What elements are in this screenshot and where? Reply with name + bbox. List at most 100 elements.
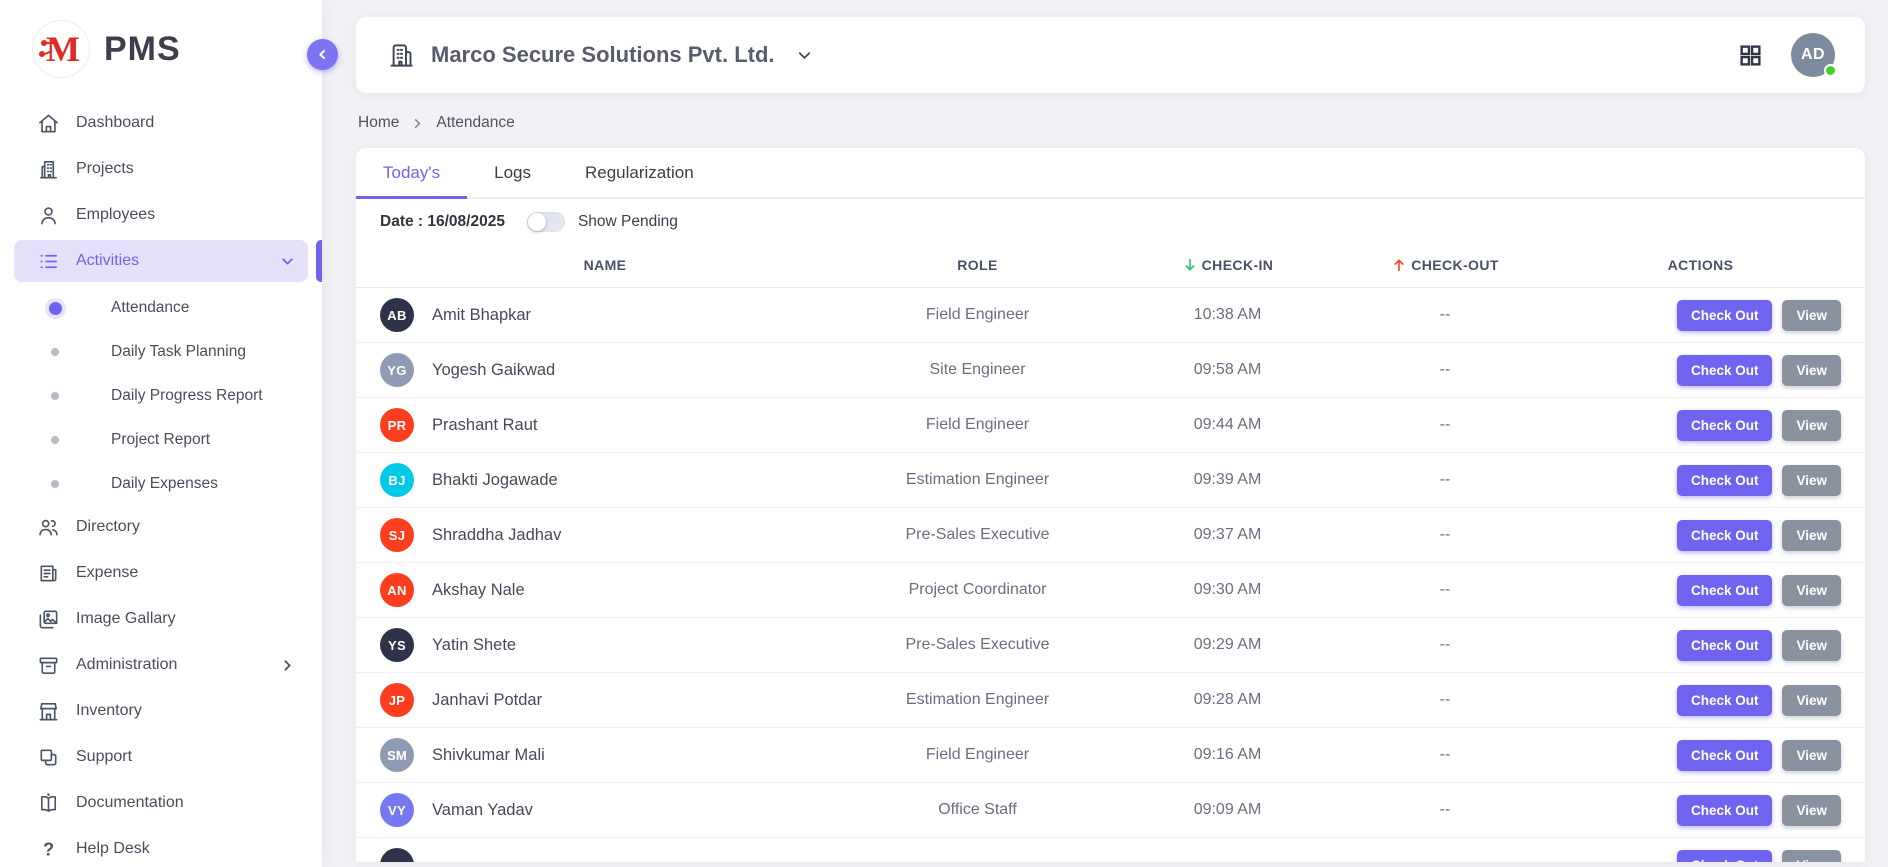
table-row: ABAmit BhapkarField Engineer10:38 AM--Ch… [356, 288, 1865, 343]
view-button[interactable]: View [1782, 850, 1841, 863]
view-button[interactable]: View [1782, 465, 1841, 496]
sidebar-item-activities[interactable]: Activities [14, 240, 308, 282]
role-cell: Pre-Sales Executive [830, 636, 1125, 654]
tab-regularization[interactable]: Regularization [558, 148, 721, 197]
show-pending-toggle[interactable] [527, 212, 565, 232]
sidebar-subitem-label: Daily Progress Report [111, 387, 263, 405]
check-out-button[interactable]: Check Out [1677, 630, 1773, 661]
check-out-cell: -- [1330, 471, 1560, 489]
bullet-dot [49, 302, 62, 315]
sidebar-item-employees[interactable]: Employees [14, 194, 308, 236]
table-row: Check Out View [356, 838, 1865, 862]
check-out-button[interactable]: Check Out [1677, 410, 1773, 441]
activities-icon [36, 249, 60, 273]
chevron-left-icon [314, 46, 331, 63]
avatar: JP [380, 683, 414, 717]
column-header-actions: ACTIONS [1560, 257, 1841, 273]
sidebar-item-directory[interactable]: Directory [14, 506, 308, 548]
view-button[interactable]: View [1782, 355, 1841, 386]
sidebar-item-label: Support [76, 748, 132, 766]
tab-logs[interactable]: Logs [467, 148, 558, 197]
sidebar-item-dashboard[interactable]: Dashboard [14, 102, 308, 144]
sidebar-item-image-gallary[interactable]: Image Gallary [14, 598, 308, 640]
name-cell: SMShivkumar Mali [380, 738, 830, 772]
name-cell: AN Akshay Nale [380, 573, 830, 607]
name-cell: SJShraddha Jadhav [380, 518, 830, 552]
view-button[interactable]: View [1782, 300, 1841, 331]
employee-name: Akshay Nale [432, 581, 525, 600]
column-header-label: ROLE [957, 257, 998, 273]
role-cell: Project Coordinator [830, 581, 1125, 599]
sidebar-item-support[interactable]: Support [14, 736, 308, 778]
sidebar-item-label: Expense [76, 564, 138, 582]
view-button[interactable]: View [1782, 630, 1841, 661]
sidebar-subitem-label: Project Report [111, 431, 210, 449]
name-cell [380, 848, 830, 862]
table-row: PRPrashant RautField Engineer09:44 AM--C… [356, 398, 1865, 453]
check-in-cell: 10:38 AM [1125, 306, 1330, 324]
bullet-dot [51, 480, 59, 488]
view-button[interactable]: View [1782, 520, 1841, 551]
check-out-cell: -- [1330, 801, 1560, 819]
column-header-check-out[interactable]: CHECK-OUT [1330, 257, 1560, 273]
role-cell: Pre-Sales Executive [830, 526, 1125, 544]
check-out-button[interactable]: Check Out [1677, 520, 1773, 551]
image-gallery-icon [36, 607, 60, 631]
check-out-button[interactable]: Check Out [1677, 355, 1773, 386]
breadcrumb-item-home[interactable]: Home [358, 114, 399, 132]
view-button[interactable]: View [1782, 575, 1841, 606]
sidebar-collapse-button[interactable] [307, 39, 338, 70]
tab-today-s[interactable]: Today's [356, 148, 467, 197]
column-header-name: NAME [380, 257, 830, 273]
check-in-cell: 09:37 AM [1125, 526, 1330, 544]
sidebar-subitem-daily-expenses[interactable]: Daily Expenses [14, 462, 308, 506]
check-in-cell: 09:28 AM [1125, 691, 1330, 709]
check-out-button[interactable]: Check Out [1677, 795, 1773, 826]
sidebar-item-inventory[interactable]: Inventory [14, 690, 308, 732]
table-row: SJShraddha JadhavPre-Sales Executive09:3… [356, 508, 1865, 563]
employee-name: Amit Bhapkar [432, 306, 531, 325]
inventory-icon [36, 699, 60, 723]
sidebar-subitem-daily-task-planning[interactable]: Daily Task Planning [14, 330, 308, 374]
avatar: SM [380, 738, 414, 772]
sidebar-item-projects[interactable]: Projects [14, 148, 308, 190]
filters-row: Date : 16/08/2025 Show Pending [356, 199, 1865, 242]
check-out-cell: -- [1330, 636, 1560, 654]
check-out-button[interactable]: Check Out [1677, 465, 1773, 496]
avatar: AN [380, 573, 414, 607]
user-avatar[interactable]: AD [1791, 33, 1835, 77]
sidebar-item-documentation[interactable]: Documentation [14, 782, 308, 824]
view-button[interactable]: View [1782, 740, 1841, 771]
sidebar-item-administration[interactable]: Administration [14, 644, 308, 686]
building-icon [388, 42, 415, 69]
name-cell: JPJanhavi Potdar [380, 683, 830, 717]
column-header-role: ROLE [830, 257, 1125, 273]
sidebar-item-expense[interactable]: Expense [14, 552, 308, 594]
employee-name: Yogesh Gaikwad [432, 361, 555, 380]
check-out-button[interactable]: Check Out [1677, 740, 1773, 771]
logo-mark-icon: M [32, 20, 90, 78]
sidebar-item-help-desk[interactable]: ?Help Desk [14, 828, 308, 867]
view-button[interactable]: View [1782, 685, 1841, 716]
company-selector[interactable]: Marco Secure Solutions Pvt. Ltd. [388, 42, 814, 69]
sidebar-submenu: AttendanceDaily Task Planning Daily Progr… [14, 286, 308, 506]
actions-cell: Check Out View [1560, 850, 1841, 863]
view-button[interactable]: View [1782, 795, 1841, 826]
sort-arrow-up-icon [1391, 257, 1407, 273]
view-button[interactable]: View [1782, 410, 1841, 441]
check-out-button[interactable]: Check Out [1677, 300, 1773, 331]
bullet-dot [51, 348, 59, 356]
check-out-button[interactable]: Check Out [1677, 850, 1773, 863]
employees-icon [36, 203, 60, 227]
sidebar-subitem-daily-progress-report[interactable]: Daily Progress Report [14, 374, 308, 418]
employee-name: Yatin Shete [432, 636, 516, 655]
apps-grid-icon[interactable] [1738, 43, 1763, 68]
check-out-button[interactable]: Check Out [1677, 685, 1773, 716]
sidebar-subitem-attendance[interactable]: Attendance [14, 286, 308, 330]
active-menu-indicator [316, 240, 322, 282]
sidebar-subitem-project-report[interactable]: Project Report [14, 418, 308, 462]
actions-cell: Check Out View [1560, 740, 1841, 771]
column-header-check-in[interactable]: CHECK-IN [1125, 257, 1330, 273]
check-out-button[interactable]: Check Out [1677, 575, 1773, 606]
check-out-cell: -- [1330, 691, 1560, 709]
